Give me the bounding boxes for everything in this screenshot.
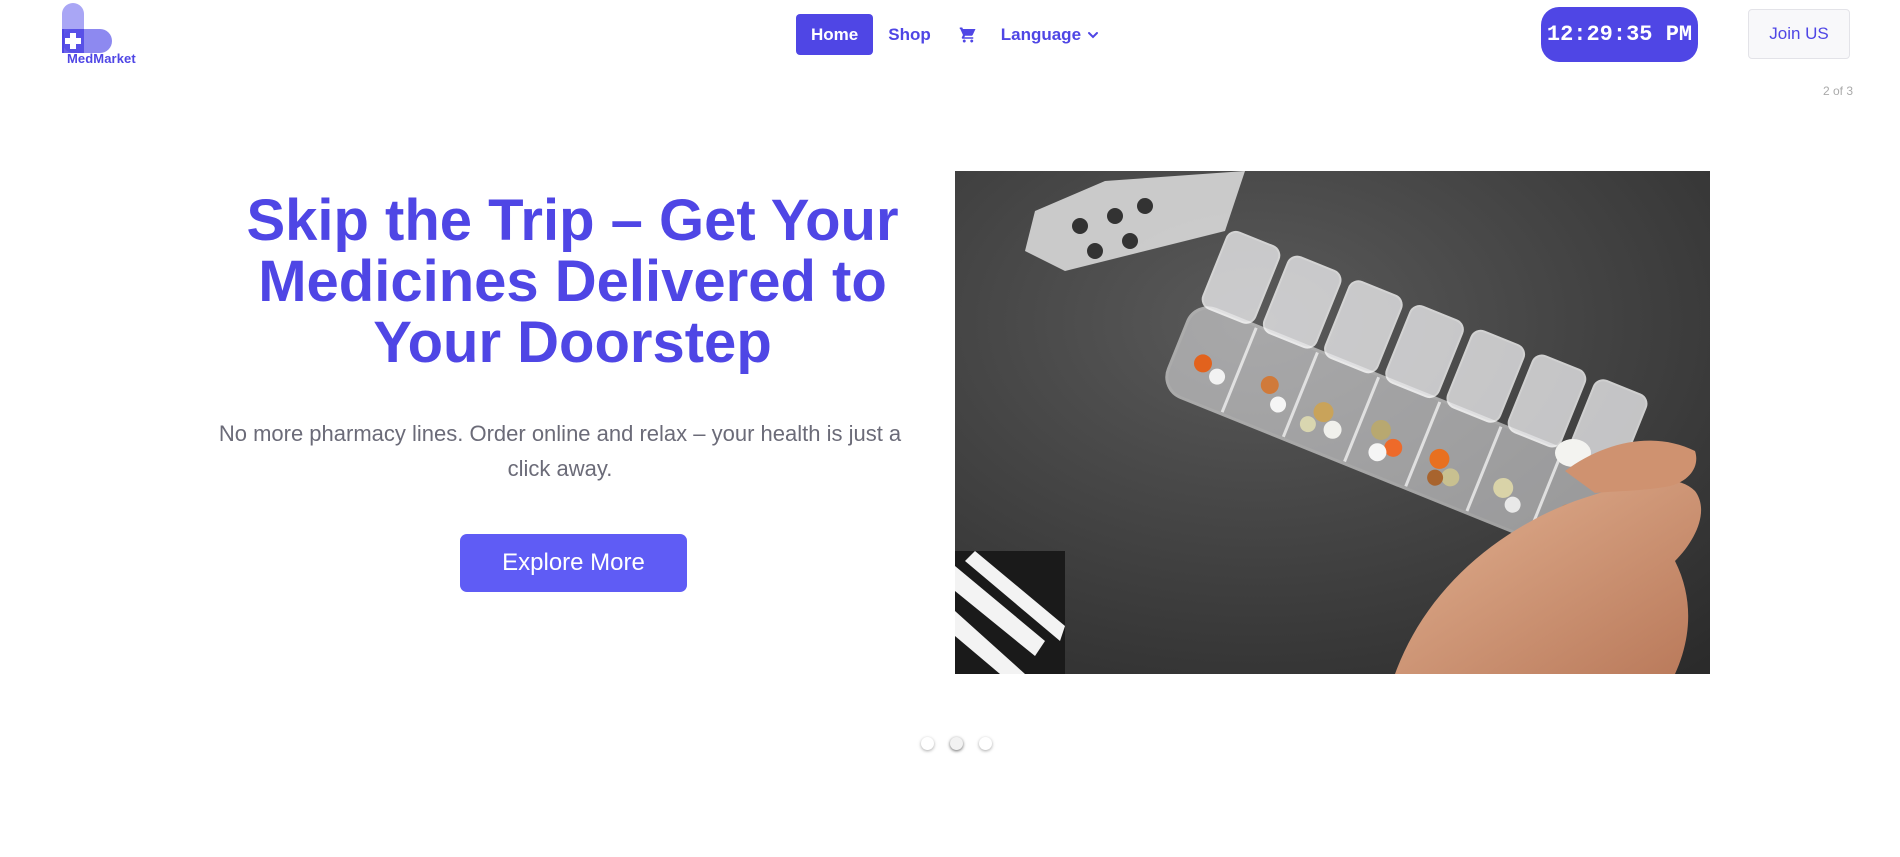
brand-logo[interactable]: MedMarket: [61, 3, 141, 67]
clock-display: 12:29:35 PM: [1541, 7, 1698, 62]
site-header: MedMarket Home Shop Language 12:29:35 PM…: [0, 0, 1900, 70]
language-label: Language: [1000, 24, 1082, 44]
brand-name: MedMarket: [67, 51, 136, 66]
carousel-dot-3[interactable]: [979, 737, 992, 750]
carousel-dot-1[interactable]: [921, 737, 934, 750]
nav-home[interactable]: Home: [796, 14, 874, 55]
slide-counter: 2 of 3: [1823, 84, 1854, 98]
hero-title: Skip the Trip – Get Your Medicines Deliv…: [246, 188, 899, 375]
hero-subtitle: No more pharmacy lines. Order online and…: [218, 421, 902, 481]
main-nav: Home Shop Language: [796, 14, 1099, 55]
join-us-button[interactable]: Join US: [1748, 9, 1850, 59]
language-dropdown[interactable]: Language: [1001, 25, 1099, 45]
carousel-dot-2[interactable]: [950, 737, 963, 750]
hero-image: [955, 171, 1710, 674]
explore-more-button[interactable]: Explore More: [460, 534, 687, 592]
chevron-down-icon: [1088, 31, 1099, 38]
carousel-indicators: [921, 737, 992, 750]
medical-cross-logo: [62, 3, 112, 53]
nav-shop[interactable]: Shop: [888, 14, 931, 55]
cart-icon[interactable]: [959, 25, 979, 45]
